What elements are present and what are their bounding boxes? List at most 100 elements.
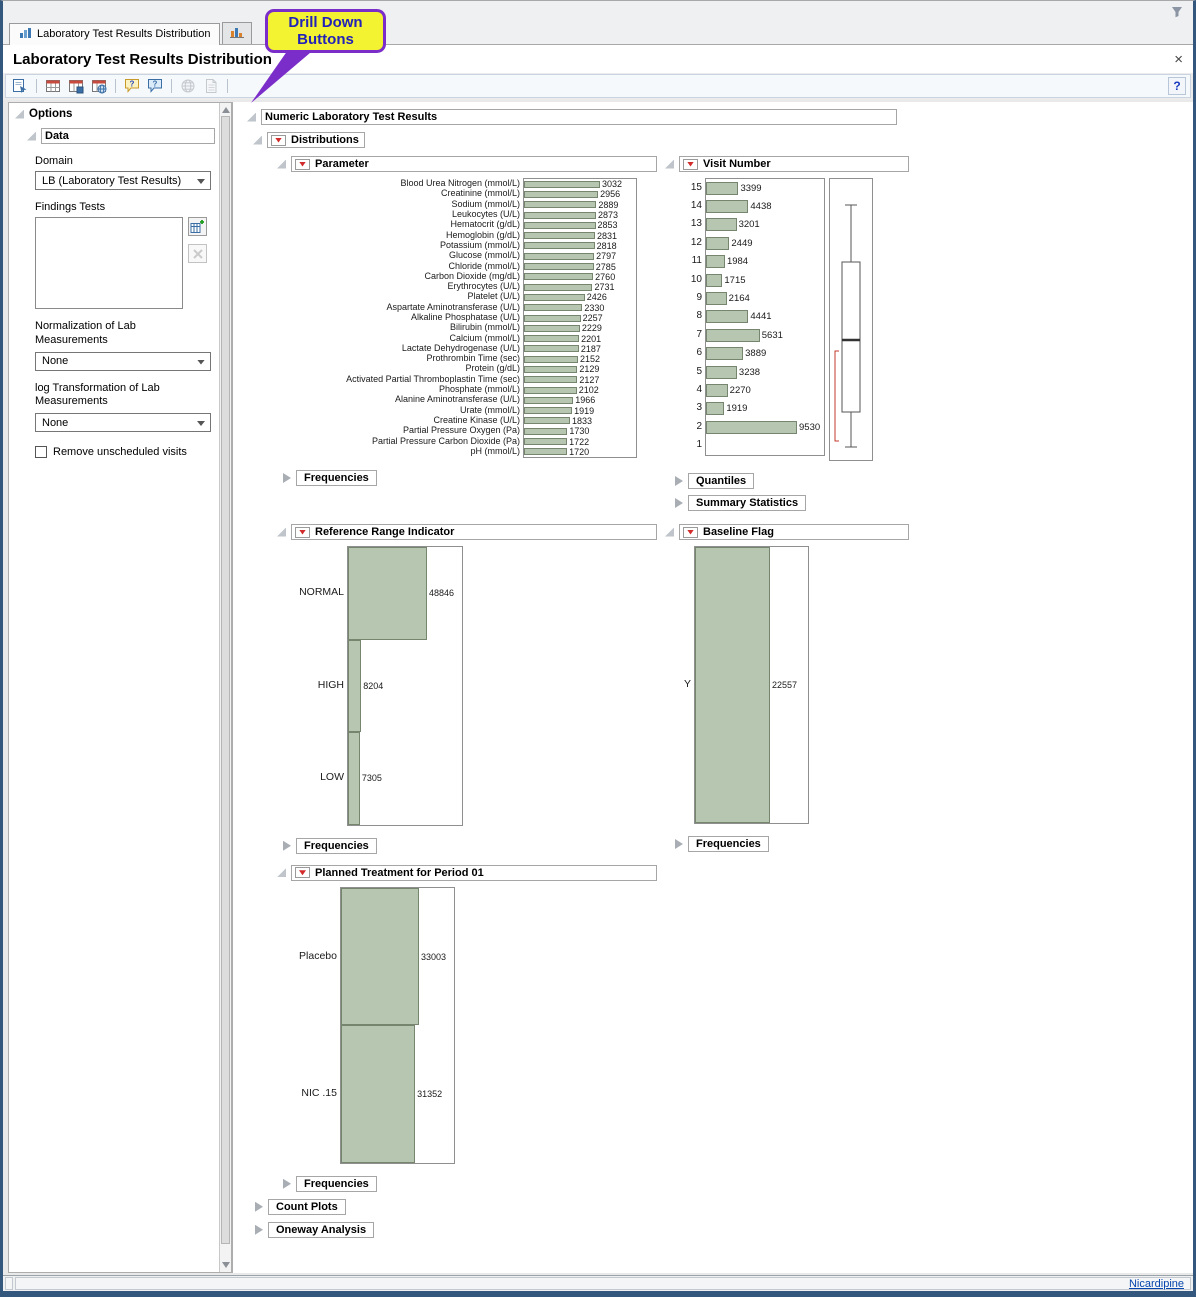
histogram-bar[interactable] bbox=[524, 407, 572, 414]
disclosure-closed-icon[interactable] bbox=[283, 841, 291, 851]
histogram-bar[interactable] bbox=[524, 242, 595, 249]
red-triangle-menu[interactable] bbox=[295, 867, 310, 878]
reference-range-header[interactable]: Reference Range Indicator bbox=[277, 524, 661, 540]
disclosure-open-icon[interactable] bbox=[247, 113, 256, 122]
histogram-bar[interactable] bbox=[524, 448, 567, 455]
planned-treatment-histogram[interactable]: PlaceboNIC .15 3300331352 bbox=[284, 887, 661, 1164]
histogram-bar[interactable] bbox=[706, 182, 738, 195]
tab-chart-report[interactable] bbox=[222, 22, 252, 44]
plot-frame[interactable]: 22557 bbox=[694, 546, 809, 824]
domain-select[interactable]: LB (Laboratory Test Results) bbox=[35, 171, 211, 190]
data-section-header[interactable]: Data bbox=[27, 128, 215, 144]
oneway-analysis-node[interactable]: Oneway Analysis bbox=[255, 1222, 1193, 1238]
disclosure-open-icon[interactable] bbox=[277, 528, 286, 537]
disclosure-closed-icon[interactable] bbox=[255, 1202, 263, 1212]
checkbox-box[interactable] bbox=[35, 446, 47, 458]
histogram-bar[interactable] bbox=[348, 547, 427, 640]
frequencies-node-refrange[interactable]: Frequencies bbox=[283, 838, 661, 854]
disclosure-open-icon[interactable] bbox=[277, 160, 286, 169]
histogram-bar[interactable] bbox=[706, 366, 737, 379]
histogram-bar[interactable] bbox=[348, 732, 360, 825]
histogram-bar[interactable] bbox=[706, 421, 797, 434]
histogram-bar[interactable] bbox=[524, 191, 598, 198]
disclosure-open-icon[interactable] bbox=[277, 868, 286, 877]
histogram-bar[interactable] bbox=[524, 294, 585, 301]
frequencies-node-parameter[interactable]: Frequencies bbox=[283, 470, 661, 486]
plot-frame[interactable]: 3300331352 bbox=[340, 887, 455, 1164]
quantiles-node[interactable]: Quantiles bbox=[675, 473, 1193, 489]
annotation-bubble-icon[interactable]: ? bbox=[145, 76, 165, 96]
red-triangle-menu[interactable] bbox=[271, 135, 286, 146]
histogram-bar[interactable] bbox=[706, 310, 748, 323]
red-triangle-menu[interactable] bbox=[295, 527, 310, 538]
numeric-results-header[interactable]: Numeric Laboratory Test Results bbox=[247, 109, 1193, 125]
parameter-header[interactable]: Parameter bbox=[277, 156, 661, 172]
filter-funnel-icon[interactable] bbox=[1171, 5, 1183, 23]
scroll-down-icon[interactable] bbox=[222, 1262, 230, 1268]
histogram-bar[interactable] bbox=[706, 200, 748, 213]
remove-tests-button[interactable] bbox=[188, 244, 207, 263]
histogram-bar[interactable] bbox=[524, 315, 581, 322]
scrollbar-thumb[interactable] bbox=[221, 116, 230, 1244]
new-report-icon[interactable] bbox=[10, 76, 30, 96]
histogram-bar[interactable] bbox=[524, 263, 594, 270]
histogram-bar[interactable] bbox=[524, 438, 567, 445]
histogram-bar[interactable] bbox=[524, 212, 596, 219]
planned-treatment-header[interactable]: Planned Treatment for Period 01 bbox=[277, 865, 661, 881]
histogram-bar[interactable] bbox=[706, 218, 737, 231]
disclosure-closed-icon[interactable] bbox=[283, 1179, 291, 1189]
disclosure-open-icon[interactable] bbox=[15, 110, 24, 119]
histogram-bar[interactable] bbox=[706, 402, 724, 415]
normalization-select[interactable]: None bbox=[35, 352, 211, 371]
nicardipine-link[interactable]: Nicardipine bbox=[1129, 1278, 1184, 1290]
disclosure-closed-icon[interactable] bbox=[283, 473, 291, 483]
red-triangle-menu[interactable] bbox=[683, 159, 698, 170]
histogram-bar[interactable] bbox=[524, 417, 570, 424]
data-table-icon[interactable] bbox=[43, 76, 63, 96]
frequencies-node-planned[interactable]: Frequencies bbox=[283, 1176, 661, 1192]
histogram-bar[interactable] bbox=[706, 347, 743, 360]
histogram-bar[interactable] bbox=[341, 888, 419, 1026]
red-triangle-menu[interactable] bbox=[295, 159, 310, 170]
histogram-bar[interactable] bbox=[524, 253, 594, 260]
visit-number-boxplot[interactable] bbox=[829, 178, 873, 461]
red-triangle-menu[interactable] bbox=[683, 527, 698, 538]
tab-lab-results-distribution[interactable]: Laboratory Test Results Distribution bbox=[9, 23, 220, 45]
add-tests-button[interactable] bbox=[188, 217, 207, 236]
visit-number-header[interactable]: Visit Number bbox=[665, 156, 1193, 172]
count-plots-node[interactable]: Count Plots bbox=[255, 1199, 1193, 1215]
baseline-flag-header[interactable]: Baseline Flag bbox=[665, 524, 1193, 540]
plot-frame[interactable]: 3399443832012449198417152164444156313889… bbox=[705, 178, 825, 456]
histogram-bar[interactable] bbox=[524, 356, 578, 363]
disclosure-closed-icon[interactable] bbox=[675, 839, 683, 849]
disclosure-open-icon[interactable] bbox=[665, 528, 674, 537]
histogram-bar[interactable] bbox=[706, 384, 728, 397]
histogram-bar[interactable] bbox=[524, 181, 600, 188]
disclosure-open-icon[interactable] bbox=[665, 160, 674, 169]
histogram-bar[interactable] bbox=[524, 387, 577, 394]
plot-frame[interactable]: 4884682047305 bbox=[347, 546, 463, 826]
frequencies-node-baseline[interactable]: Frequencies bbox=[675, 836, 1193, 852]
findings-tests-listbox[interactable] bbox=[35, 217, 183, 309]
visit-number-histogram[interactable]: 151413121110987654321 339944383201244919… bbox=[679, 178, 825, 456]
histogram-bar[interactable] bbox=[524, 397, 573, 404]
disclosure-closed-icon[interactable] bbox=[255, 1225, 263, 1235]
disclosure-open-icon[interactable] bbox=[253, 136, 262, 145]
help-tip-icon[interactable]: ? bbox=[122, 76, 142, 96]
histogram-bar[interactable] bbox=[695, 547, 770, 823]
histogram-bar[interactable] bbox=[524, 201, 596, 208]
sidebar-scrollbar[interactable] bbox=[219, 103, 231, 1272]
histogram-bar[interactable] bbox=[706, 292, 727, 305]
histogram-bar[interactable] bbox=[524, 232, 595, 239]
histogram-bar[interactable] bbox=[524, 304, 582, 311]
parameter-histogram[interactable]: Blood Urea Nitrogen (mmol/L)Creatinine (… bbox=[275, 178, 661, 458]
histogram-bar[interactable] bbox=[706, 329, 760, 342]
help-button[interactable]: ? bbox=[1168, 77, 1186, 95]
close-icon[interactable]: × bbox=[1174, 52, 1183, 67]
disclosure-open-icon[interactable] bbox=[27, 132, 36, 141]
histogram-bar[interactable] bbox=[524, 284, 592, 291]
histogram-bar[interactable] bbox=[524, 273, 593, 280]
summary-statistics-node[interactable]: Summary Statistics bbox=[675, 495, 1193, 511]
histogram-bar[interactable] bbox=[524, 345, 579, 352]
plot-frame[interactable]: 3032295628892873285328312818279727852760… bbox=[523, 178, 637, 458]
